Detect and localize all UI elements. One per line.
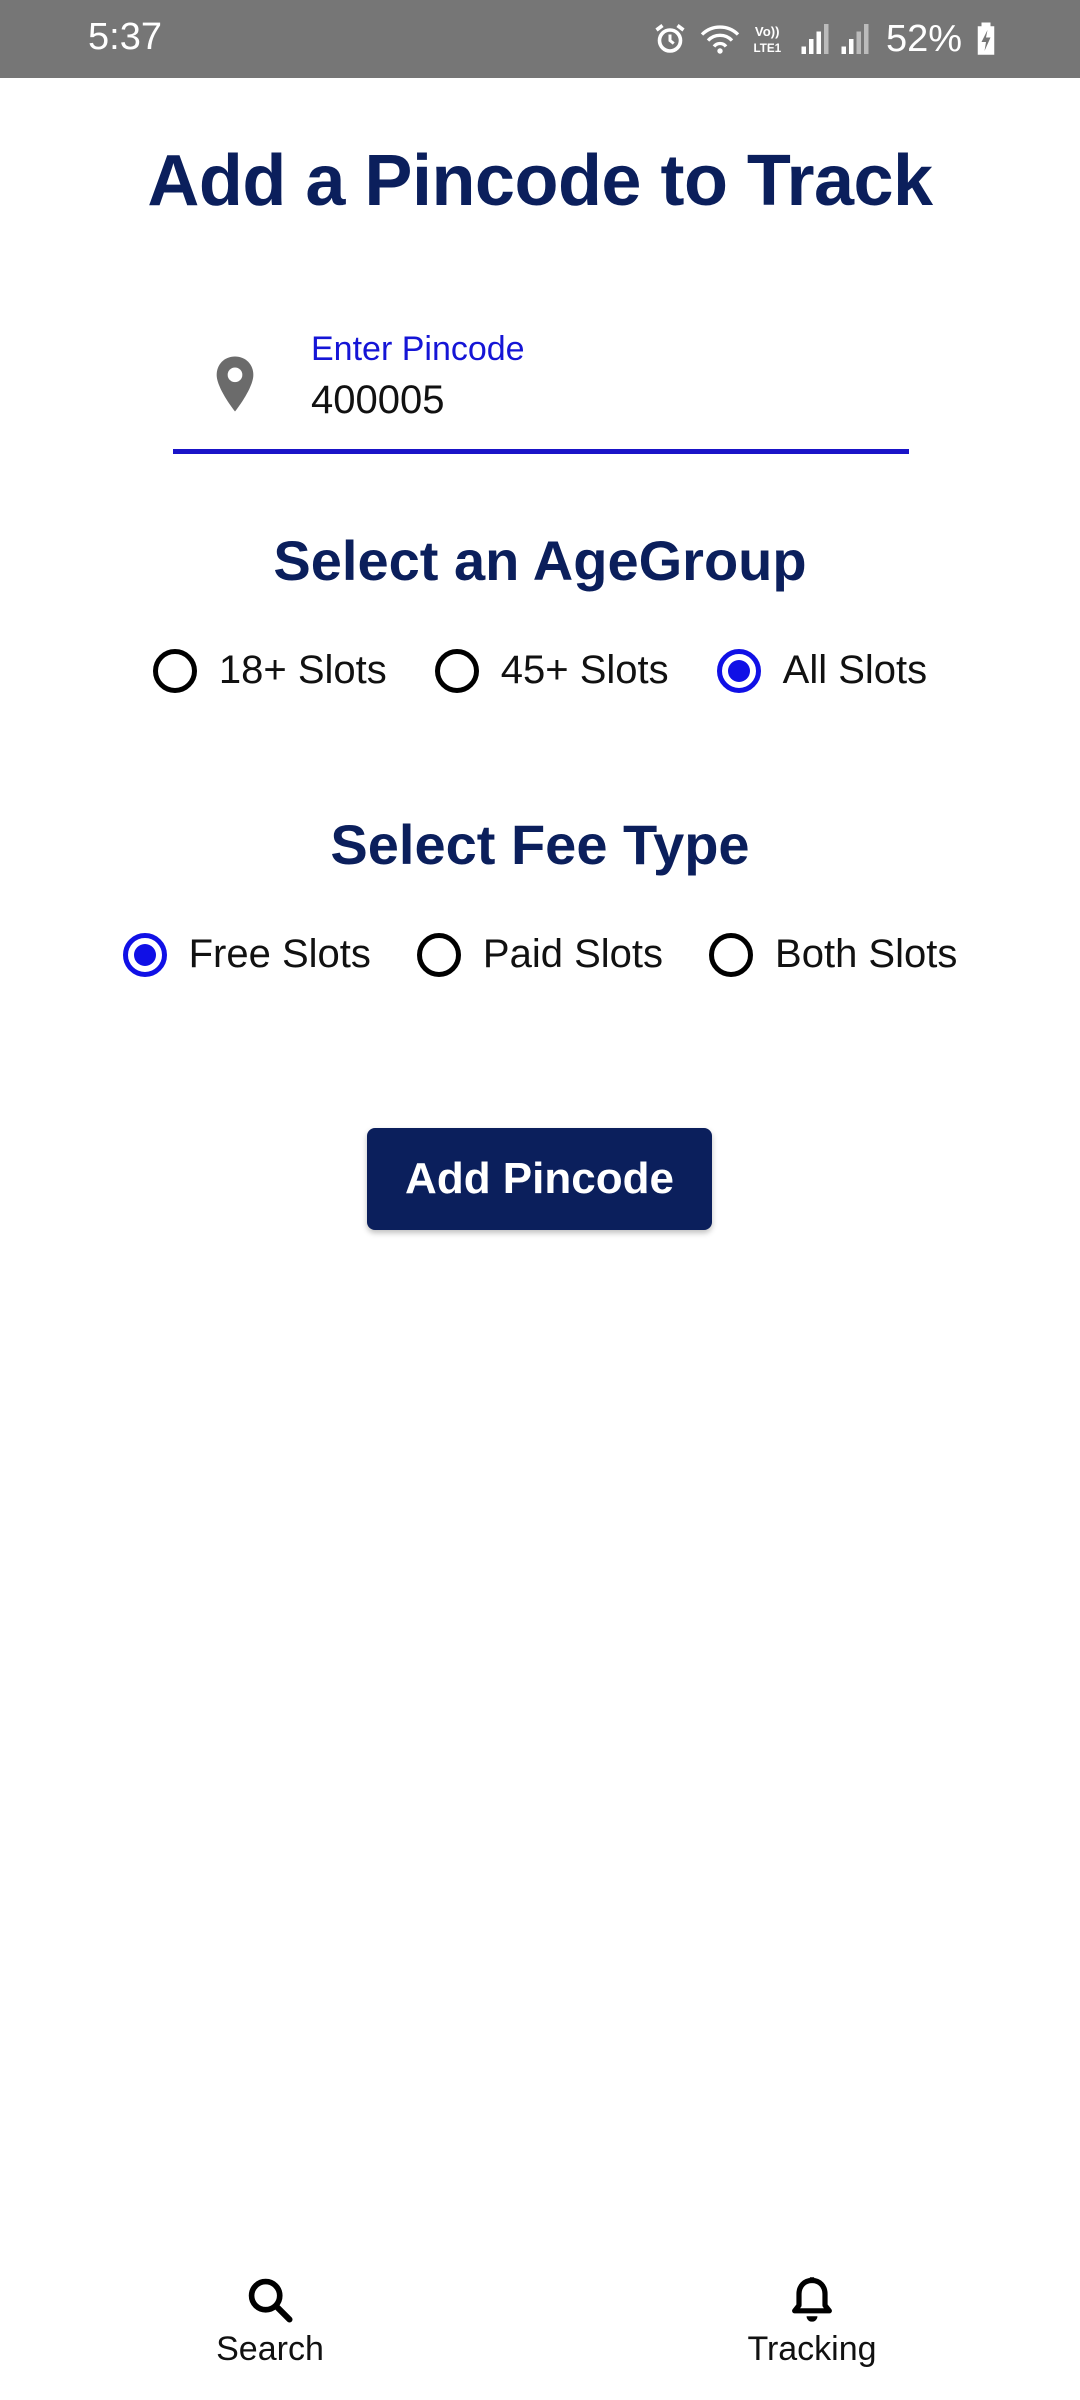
radio-45-plus[interactable]: 45+ Slots bbox=[434, 648, 669, 693]
location-pin-icon bbox=[216, 356, 254, 412]
page-title: Add a Pincode to Track bbox=[147, 141, 933, 221]
radio-free-slots[interactable]: Free Slots bbox=[122, 932, 371, 977]
radio-label: All Slots bbox=[782, 648, 928, 692]
pincode-field[interactable]: Enter Pincode 400005 bbox=[173, 320, 909, 454]
radio-18-plus[interactable]: 18+ Slots bbox=[152, 648, 387, 693]
svg-text:Vo)): Vo)) bbox=[755, 24, 780, 39]
wifi-icon bbox=[700, 25, 740, 54]
radio-circle[interactable] bbox=[152, 648, 197, 693]
nav-item-search[interactable]: Search bbox=[150, 2260, 390, 2369]
radio-label: 45+ Slots bbox=[500, 648, 669, 692]
alarm-icon bbox=[655, 24, 685, 53]
radio-circle[interactable] bbox=[434, 648, 479, 693]
svg-text:LTE1: LTE1 bbox=[753, 42, 781, 55]
pincode-underline bbox=[173, 449, 909, 454]
nav-label: Tracking bbox=[747, 2330, 877, 2368]
nav-item-tracking[interactable]: Tracking bbox=[692, 2260, 932, 2369]
radio-both-slots[interactable]: Both Slots bbox=[709, 932, 957, 977]
nav-label: Search bbox=[216, 2330, 324, 2368]
bell-icon bbox=[792, 2277, 832, 2322]
radio-label: Free Slots bbox=[188, 932, 371, 976]
radio-label: Paid Slots bbox=[482, 932, 664, 976]
add-pincode-button[interactable]: Add Pincode bbox=[367, 1128, 712, 1230]
radio-label: Both Slots bbox=[775, 932, 958, 976]
status-time: 5:37 bbox=[88, 16, 162, 58]
search-icon bbox=[248, 2278, 293, 2323]
bottom-navigation: Search Tracking bbox=[0, 2260, 1080, 2400]
status-icons: Vo)) LTE1 52% bbox=[652, 14, 996, 64]
radio-circle-selected[interactable] bbox=[716, 648, 761, 693]
signal-icon bbox=[841, 24, 869, 54]
radio-all-slots[interactable]: All Slots bbox=[716, 648, 928, 693]
pincode-label: Enter Pincode bbox=[311, 330, 525, 368]
age-group-title: Select an AgeGroup bbox=[273, 529, 807, 592]
battery-charging-icon bbox=[977, 22, 995, 55]
radio-circle[interactable] bbox=[416, 932, 461, 977]
radio-label: 18+ Slots bbox=[218, 648, 387, 692]
radio-circle-selected[interactable] bbox=[122, 932, 167, 977]
age-group-radio-group: 18+ Slots 45+ Slots All Slots bbox=[0, 648, 1080, 693]
signal-icon bbox=[801, 24, 829, 54]
radio-circle[interactable] bbox=[709, 932, 754, 977]
radio-paid-slots[interactable]: Paid Slots bbox=[416, 932, 664, 977]
status-bar: 5:37 Vo)) LTE1 52% bbox=[0, 0, 1080, 78]
battery-percent: 52% bbox=[885, 17, 962, 60]
pincode-input[interactable]: 400005 bbox=[311, 378, 444, 423]
fee-type-title: Select Fee Type bbox=[330, 813, 750, 876]
volte-icon: Vo)) LTE1 bbox=[753, 24, 781, 55]
fee-type-radio-group: Free Slots Paid Slots Both Slots bbox=[0, 932, 1080, 977]
